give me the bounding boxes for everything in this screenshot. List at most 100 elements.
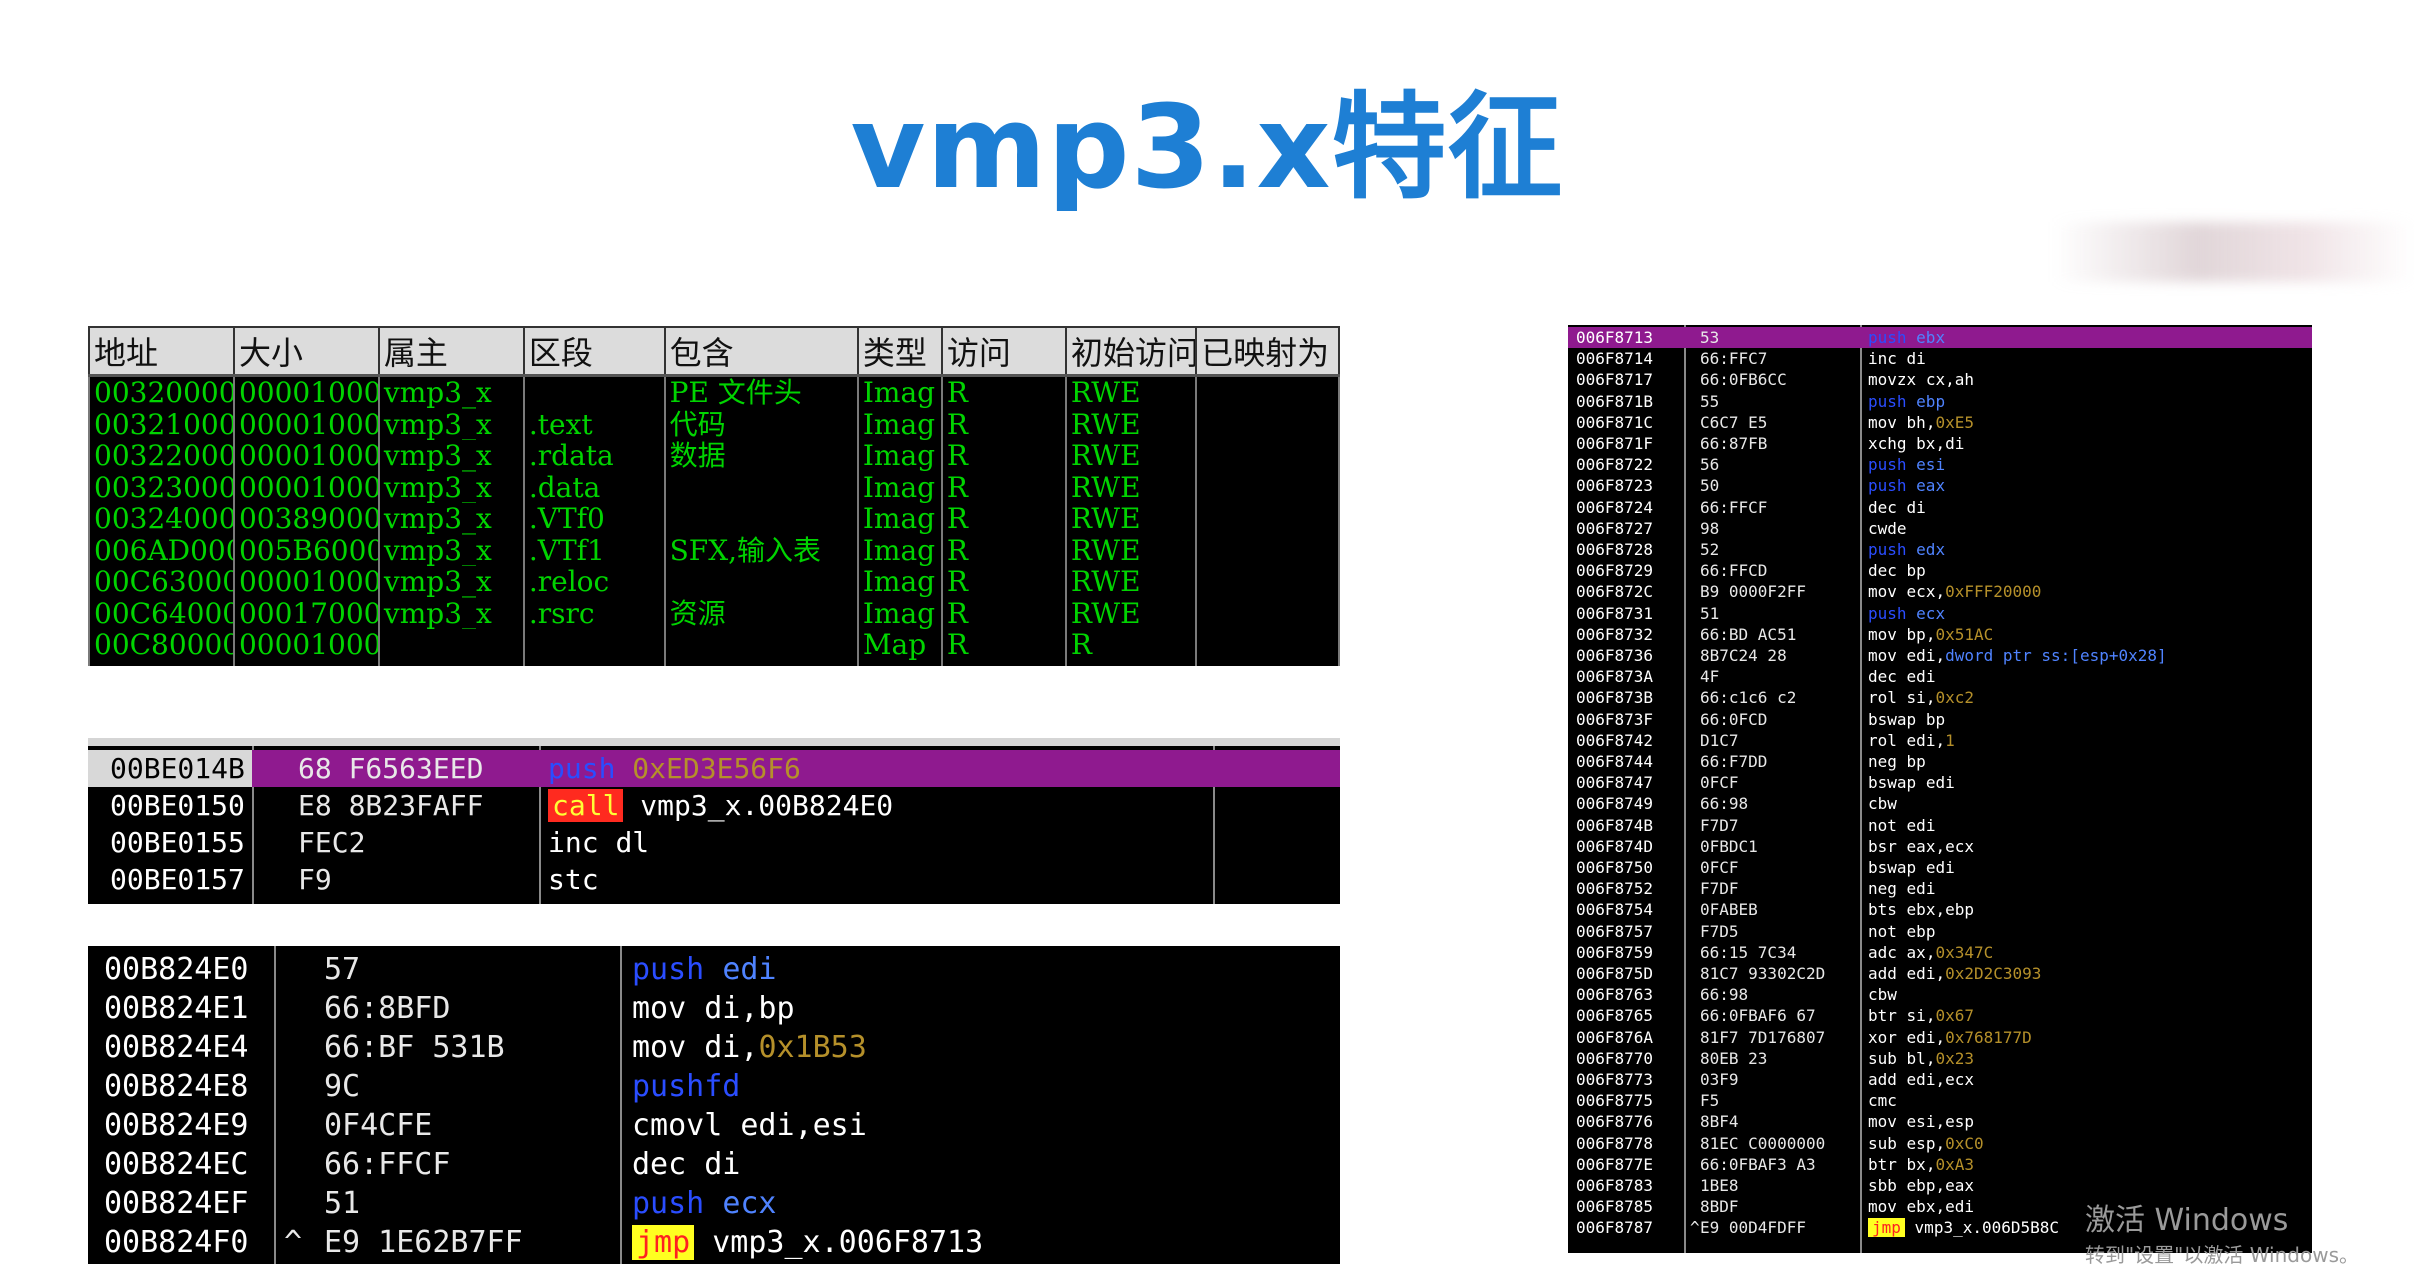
instruction-cell: mov bp,0x51AC [1868, 624, 1993, 645]
disasm-row[interactable]: 006F874D 0FBDC1 bsr eax,ecx [1568, 836, 2312, 857]
table-cell: Imag [856, 471, 943, 503]
disasm-row[interactable]: 006F8770 80EB 23 sub bl,0x23 [1568, 1048, 2312, 1069]
address-cell: 006F8783 [1576, 1176, 1654, 1195]
table-row[interactable]: 006AD000 005B6000 vmp3_x .VTf1 SFX,输入表 Imag R R… [88, 534, 1340, 566]
disasm-row[interactable]: 006F8783 1BE8 sbb ebp,eax [1568, 1175, 2312, 1196]
disasm-row[interactable]: 006F8749 66:98 cbw [1568, 793, 2312, 814]
mnemonic: push [632, 1186, 705, 1221]
table-row[interactable]: 00322000 00001000 vmp3_x .rdata 数据 Imag R RWE [88, 440, 1340, 472]
disasm-row[interactable]: 006F877E 66:0FBAF3 A3 btr bx,0xA3 [1568, 1154, 2312, 1175]
disasm-row[interactable]: 006F875D 81C7 93302C2D add edi,0x2D2C3093 [1568, 963, 2312, 984]
disasm-row[interactable]: 006F8736 8B7C24 28 mov edi,dword ptr ss:[e… [1568, 645, 2312, 666]
table-row[interactable]: 00323000 00001000 vmp3_x .data Imag R RWE [88, 471, 1340, 503]
disasm-row[interactable]: 006F873B 66:c1c6 c2 rol si,0xc2 [1568, 687, 2312, 708]
disasm-row[interactable]: 006F8731 51 push ecx [1568, 603, 2312, 624]
disasm-long-panel[interactable]: 006F8713 53 push ebx 006F8714 66:FFC7 inc di 0… [1568, 325, 2312, 1253]
disasm-row[interactable]: 006F8757 F7D5 not ebp [1568, 921, 2312, 942]
column-header-7[interactable]: 初始访问 [1064, 326, 1198, 377]
disasm-row[interactable]: 00B824E9 0F4CFE cmovl edi,esi [88, 1106, 1340, 1145]
disasm-row[interactable]: 006F871F 66:87FB xchg bx,di [1568, 433, 2312, 454]
memory-map-panel[interactable]: 地址 大小 属主 区段 包含 类型 访问 初始访问 已映射为 00320000 00001000 v… [88, 326, 1340, 666]
instruction-cell: call vmp3_x.00B824E0 [548, 787, 893, 824]
disasm-row[interactable]: 006F8724 66:FFCF dec di [1568, 497, 2312, 518]
disasm-row[interactable]: 006F8763 66:98 cbw [1568, 984, 2312, 1005]
disasm-row[interactable]: 006F8754 0FABEB bts ebx,ebp [1568, 899, 2312, 920]
disasm-row[interactable]: 006F8773 03F9 add edi,ecx [1568, 1069, 2312, 1090]
disasm-row[interactable]: 006F8750 0FCF bswap edi [1568, 857, 2312, 878]
table-row[interactable]: 00320000 00001000 vmp3_x PE 文件头 Imag R RWE [88, 375, 1340, 409]
disasm-row[interactable]: 006F8778 81EC C0000000 sub esp,0xC0 [1568, 1133, 2312, 1154]
disasm-row[interactable]: 006F8727 98 cwde [1568, 518, 2312, 539]
disasm-row[interactable]: 00B824F0 ^ E9 1E62B7FF jmp vmp3_x.006F8713 [88, 1223, 1340, 1262]
disasm-row[interactable]: 006F8729 66:FFCD dec bp [1568, 560, 2312, 581]
disasm-row[interactable]: 00BE0157 F9 stc [88, 861, 1340, 898]
disasm-row[interactable]: 006F8728 52 push edx [1568, 539, 2312, 560]
address-cell: 006F8736 [1576, 646, 1654, 665]
disasm-row[interactable]: 006F873A 4F dec edi [1568, 666, 2312, 687]
disasm-row[interactable]: 00B824EF 51 push ecx [88, 1184, 1340, 1223]
operand: edi,esi [740, 1108, 867, 1143]
operand: ax, [1906, 942, 1936, 962]
column-header-5[interactable]: 类型 [856, 326, 943, 377]
disasm-row[interactable]: 006F8765 66:0FBAF6 67 btr si,0x67 [1568, 1005, 2312, 1026]
mnemonic: mov [1868, 624, 1897, 644]
disasm-row[interactable]: 006F8742 D1C7 rol edi,1 [1568, 730, 2312, 751]
disasm-entry-panel[interactable]: 00BE014B 68 F6563EED push 0xED3E56F6 00BE01… [88, 738, 1340, 904]
instruction-cell: push ecx [1868, 603, 1945, 624]
column-header-0[interactable]: 地址 [88, 326, 235, 377]
disasm-row[interactable]: 006F874B F7D7 not edi [1568, 815, 2312, 836]
column-header-1[interactable]: 大小 [232, 326, 380, 377]
disasm-row[interactable]: 006F872C B9 0000F2FF mov ecx,0xFFF20000 [1568, 581, 2312, 602]
disasm-row[interactable]: 006F8752 F7DF neg edi [1568, 878, 2312, 899]
disasm-row[interactable]: 006F8714 66:FFC7 inc di [1568, 348, 2312, 369]
address-cell: 006F8727 [1576, 518, 1654, 538]
disasm-row[interactable]: 00BE0155 FEC2 inc dl [88, 824, 1340, 861]
column-header-3[interactable]: 区段 [522, 326, 666, 377]
column-header-8[interactable]: 已映射为 [1195, 326, 1340, 377]
disasm-row[interactable]: 006F873F 66:0FCD bswap bp [1568, 709, 2312, 730]
disasm-handler-panel[interactable]: 00B824E0 57 push edi 00B824E1 66:8BFD mov di,… [88, 946, 1340, 1264]
disasm-row[interactable]: 006F8717 66:0FB6CC movzx cx,ah [1568, 369, 2312, 390]
operand: edi,ecx [1906, 1070, 1974, 1089]
bytes-cell: 81F7 7D176807 [1700, 1027, 1826, 1047]
disasm-row[interactable]: 006F8723 50 push eax [1568, 475, 2312, 496]
table-row[interactable]: 00C64000 00017000 vmp3_x .rsrc 资源 Imag R RWE [88, 597, 1340, 629]
operand: edi [1906, 879, 1936, 899]
operand: edi, [1906, 730, 1946, 750]
column-header-6[interactable]: 访问 [940, 326, 1067, 377]
table-row[interactable]: 00C63000 00001000 vmp3_x .reloc Imag R RWE [88, 566, 1340, 598]
disasm-row[interactable]: 006F8722 56 push esi [1568, 454, 2312, 475]
table-row[interactable]: 00321000 00001000 vmp3_x .text 代码 Imag R RWE [88, 408, 1340, 440]
disasm-row[interactable]: 006F8776 8BF4 mov esi,esp [1568, 1111, 2312, 1132]
disasm-row[interactable]: 00BE014B 68 F6563EED push 0xED3E56F6 [88, 750, 1340, 787]
operand: esi,esp [1906, 1112, 1974, 1132]
disasm-row[interactable]: 006F8775 F5 cmc [1568, 1090, 2312, 1111]
disasm-row[interactable]: 00B824E0 57 push edi [88, 950, 1340, 989]
disasm-row[interactable]: 006F8759 66:15 7C34 adc ax,0x347C [1568, 942, 2312, 963]
table-row[interactable]: 00324000 00389000 vmp3_x .VTf0 Imag R RWE [88, 503, 1340, 535]
column-header-2[interactable]: 属主 [377, 326, 525, 377]
disasm-row[interactable]: 006F8732 66:BD AC51 mov bp,0x51AC [1568, 624, 2312, 645]
column-header-4[interactable]: 包含 [663, 326, 859, 377]
disasm-row[interactable]: 00B824E1 66:8BFD mov di,bp [88, 989, 1340, 1028]
disasm-row[interactable]: 006F871B 55 push ebp [1568, 391, 2312, 412]
disasm-row[interactable]: 00B824E8 9C pushfd [88, 1067, 1340, 1106]
disasm-row[interactable]: 00B824E4 66:BF 531B mov di,0x1B53 [88, 1028, 1340, 1067]
disasm-row[interactable]: 006F8747 0FCF bswap edi [1568, 772, 2312, 793]
disasm-row[interactable]: 006F871C C6C7 E5 mov bh,0xE5 [1568, 412, 2312, 433]
table-row[interactable]: 00C80000 00001000 Map R R [88, 629, 1340, 661]
address-cell: 006F875D [1576, 964, 1654, 983]
address-cell: 006F871F [1576, 434, 1654, 453]
disasm-row[interactable]: 00B824EC 66:FFCF dec di [88, 1145, 1340, 1184]
disasm-row[interactable]: 00BE0150 E8 8B23FAFF call vmp3_x.00B824E0 [88, 787, 1340, 824]
disasm-row[interactable]: 006F8713 53 push ebx [1568, 327, 2312, 349]
table-cell: Imag [856, 408, 943, 440]
operand: di [1906, 497, 1926, 517]
mnemonic: add [1868, 1070, 1897, 1089]
disasm-row[interactable]: 006F876A 81F7 7D176807 xor edi,0x768177D [1568, 1027, 2312, 1048]
table-cell: .rsrc [522, 597, 666, 629]
disasm-row[interactable]: 006F8744 66:F7DD neg bp [1568, 751, 2312, 772]
mnemonic: bswap [1868, 858, 1917, 877]
